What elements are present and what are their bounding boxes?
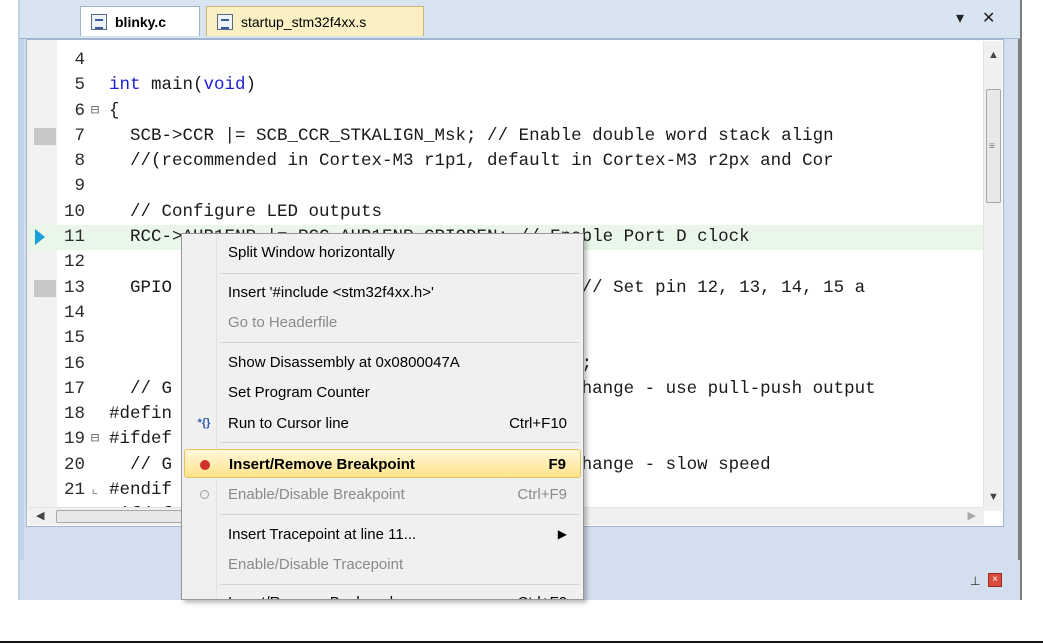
line-number: 19 xyxy=(63,429,85,450)
asm-file-icon xyxy=(217,13,233,30)
menu-separator xyxy=(220,273,580,274)
line-number: 8 xyxy=(74,151,85,172)
code-text: { xyxy=(109,100,120,121)
menu-item-enable-disable-tracepoint[interactable]: Enable/Disable Tracepoint xyxy=(184,550,581,579)
fold-toggle-icon[interactable]: ⌞ xyxy=(90,478,100,503)
code-text: SCB->CCR |= SCB_CCR_STKALIGN_Msk; // Ena… xyxy=(109,125,834,146)
menu-item-insert-remove-breakpoint[interactable]: Insert/Remove Breakpoint F9 xyxy=(184,449,581,478)
line-number: 17 xyxy=(63,378,85,399)
tab-strip: blinky.c startup_stm32f4xx.s ▾ ✕ xyxy=(20,0,1020,39)
code-line[interactable]: 8 //(recommended in Cortex-M3 r1p1, defa… xyxy=(27,149,983,174)
context-menu: Split Window horizontally Insert '#inclu… xyxy=(181,233,584,600)
grip-icon: ≡ xyxy=(989,141,995,152)
code-text: #endif xyxy=(109,480,173,501)
run-to-cursor-icon: *{} xyxy=(197,417,211,429)
breakpoint-marker[interactable] xyxy=(34,127,56,145)
breakpoint-disabled-icon xyxy=(194,480,214,509)
fold-toggle-icon[interactable]: ⊟ xyxy=(90,99,100,124)
code-line[interactable]: 9 xyxy=(27,174,983,199)
breakpoint-icon xyxy=(195,450,215,480)
tab-blinky-c[interactable]: blinky.c xyxy=(80,6,200,36)
pin-icon[interactable]: ⊥ xyxy=(970,574,980,588)
line-number: 4 xyxy=(74,50,85,70)
line-number: 15 xyxy=(63,328,85,349)
code-text: // Configure LED outputs xyxy=(109,201,383,222)
vertical-scrollbar[interactable]: ▲ ≡ ▼ xyxy=(983,41,1002,511)
panel-close-icon[interactable]: × xyxy=(988,573,1002,587)
tab-label: blinky.c xyxy=(115,13,167,30)
code-text: //(recommended in Cortex-M3 r1p1, defaul… xyxy=(109,151,834,172)
tab-label: startup_stm32f4xx.s xyxy=(241,13,367,30)
menu-separator xyxy=(220,442,580,443)
divider xyxy=(0,641,1043,643)
code-text: int main(void) xyxy=(109,75,257,96)
line-number: 14 xyxy=(63,302,85,323)
menu-item-split-window[interactable]: Split Window horizontally xyxy=(184,238,581,267)
line-number: 6 xyxy=(74,100,85,121)
line-number: 12 xyxy=(63,252,85,273)
line-number: 5 xyxy=(74,75,85,96)
menu-item-run-to-cursor[interactable]: *{} Run to Cursor line Ctrl+F10 xyxy=(184,409,581,438)
current-line-arrow-icon xyxy=(35,229,45,246)
code-text: #defin xyxy=(109,404,173,425)
tab-dropdown-icon[interactable]: ▾ xyxy=(956,8,964,28)
code-line[interactable]: 5 int main(void) xyxy=(27,73,983,98)
scroll-right-icon[interactable]: ▶ xyxy=(968,509,976,522)
scroll-down-icon[interactable]: ▼ xyxy=(988,491,999,503)
code-line[interactable]: 7 SCB->CCR |= SCB_CCR_STKALIGN_Msk; // E… xyxy=(27,124,983,149)
menu-item-insert-include[interactable]: Insert '#include <stm32f4xx.h>' xyxy=(184,278,581,307)
menu-separator xyxy=(220,514,580,515)
line-number: 18 xyxy=(63,404,85,425)
c-file-icon xyxy=(91,13,107,30)
menu-item-set-program-counter[interactable]: Set Program Counter xyxy=(184,378,581,407)
code-line[interactable]: 10 // Configure LED outputs xyxy=(27,200,983,225)
scroll-left-icon[interactable]: ◀ xyxy=(36,509,44,522)
line-number: 11 xyxy=(63,227,85,248)
submenu-arrow-icon: ▶ xyxy=(557,527,567,541)
line-number: 21 xyxy=(63,480,85,501)
fold-toggle-icon[interactable]: ⊟ xyxy=(90,427,100,452)
menu-item-bookmark[interactable]: Insert/Remove Bookmark Ctrl+F2 xyxy=(184,588,581,599)
line-number: 9 xyxy=(74,176,85,197)
line-number: 16 xyxy=(63,353,85,374)
line-number: 20 xyxy=(63,454,85,475)
menu-item-insert-tracepoint[interactable]: Insert Tracepoint at line 11... ▶ xyxy=(184,520,581,549)
menu-separator xyxy=(220,342,580,343)
tab-startup-file[interactable]: startup_stm32f4xx.s xyxy=(206,6,424,36)
bookmark-icon xyxy=(194,588,214,599)
menu-separator xyxy=(220,584,580,585)
scroll-up-icon[interactable]: ▲ xyxy=(988,49,999,61)
line-number: 7 xyxy=(74,125,85,146)
menu-item-show-disassembly[interactable]: Show Disassembly at 0x0800047A xyxy=(184,348,581,377)
line-number: 13 xyxy=(63,277,85,298)
breakpoint-marker[interactable] xyxy=(34,279,56,297)
code-line[interactable]: 4 xyxy=(27,48,983,73)
menu-item-go-to-headerfile[interactable]: Go to Headerfile xyxy=(184,308,581,337)
code-text: #ifdef xyxy=(109,429,173,450)
line-number: 10 xyxy=(63,201,85,222)
close-tab-icon[interactable]: ✕ xyxy=(982,8,995,28)
code-line[interactable]: 6 ⊟ { xyxy=(27,99,983,124)
menu-item-enable-disable-breakpoint[interactable]: Enable/Disable Breakpoint Ctrl+F9 xyxy=(184,480,581,509)
